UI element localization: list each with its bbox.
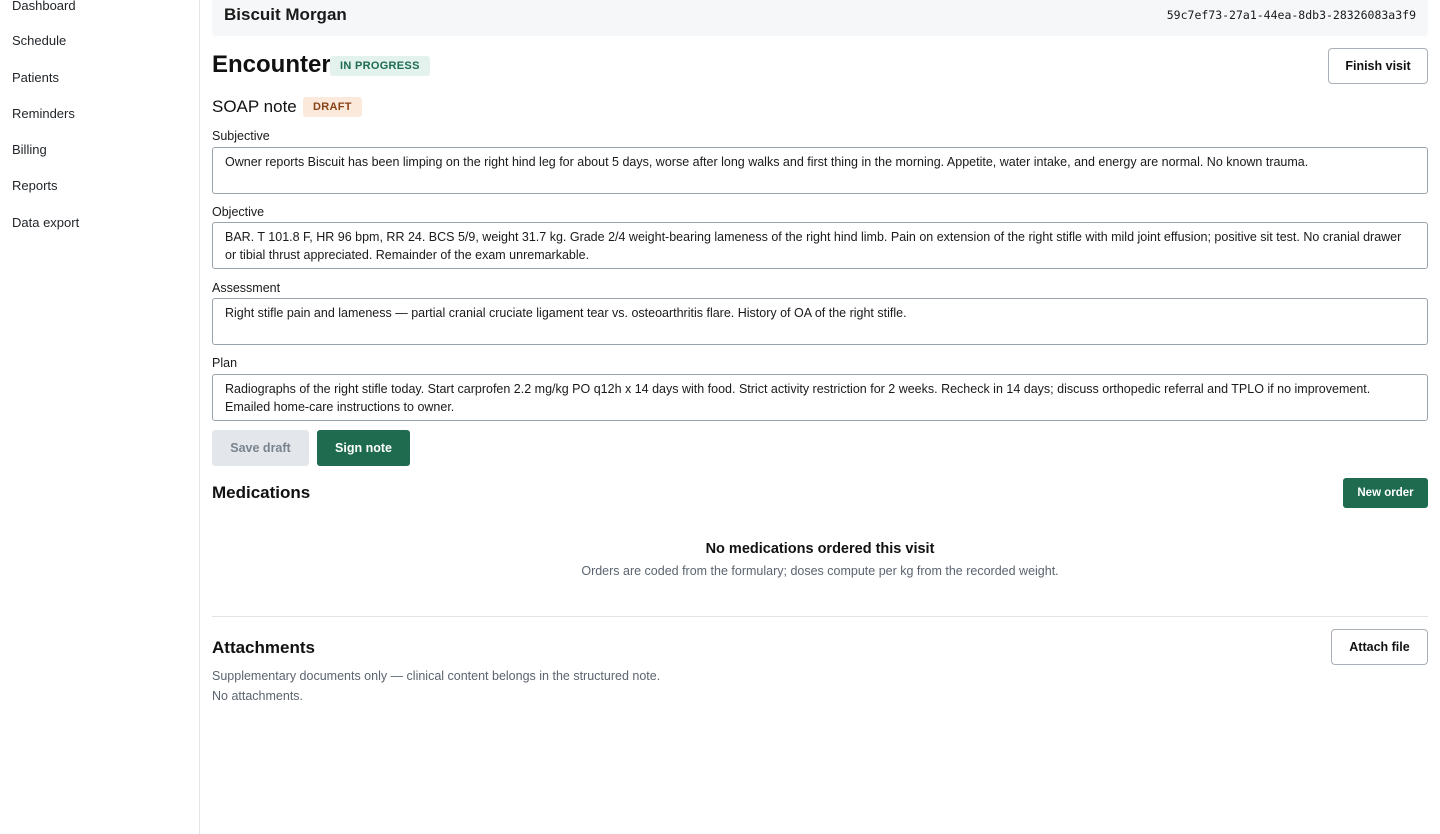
assessment-label: Assessment — [212, 281, 281, 295]
patient-id: 59c7ef73-27a1-44ea-8db3-28326083a3f9 — [1166, 8, 1416, 22]
medications-empty-subtitle: Orders are coded from the formulary; dos… — [581, 564, 1059, 578]
section-divider — [212, 616, 1428, 617]
subjective-label: Subjective — [212, 129, 270, 143]
patient-header: Biscuit Morgan 59c7ef73-27a1-44ea-8db3-2… — [212, 0, 1428, 36]
plan-label: Plan — [212, 356, 238, 370]
medications-empty-title: No medications ordered this visit — [705, 541, 935, 557]
soap-note-title: SOAP note — [212, 97, 297, 116]
sidebar-item-data-export[interactable]: Data export — [12, 215, 79, 231]
finish-visit-button[interactable]: Finish visit — [1328, 48, 1428, 84]
attachments-empty: No attachments. — [212, 689, 304, 703]
medications-title: Medications — [212, 483, 311, 502]
sidebar-item-schedule[interactable]: Schedule — [12, 33, 66, 49]
attach-file-button[interactable]: Attach file — [1331, 629, 1428, 665]
sidebar-item-reports[interactable]: Reports — [12, 178, 58, 194]
assessment-field[interactable]: Right stifle pain and lameness — partial… — [212, 298, 1428, 345]
main-content: Biscuit Morgan 59c7ef73-27a1-44ea-8db3-2… — [200, 0, 1440, 834]
attachments-note: Supplementary documents only — clinical … — [212, 669, 661, 683]
save-draft-button[interactable]: Save draft — [212, 430, 309, 466]
soap-status-badge: DRAFT — [303, 97, 362, 117]
subjective-field[interactable]: Owner reports Biscuit has been limping o… — [212, 147, 1428, 194]
plan-field[interactable]: Radiographs of the right stifle today. S… — [212, 374, 1428, 421]
objective-label: Objective — [212, 205, 265, 219]
encounter-status-badge: IN PROGRESS — [330, 56, 430, 76]
sign-note-button[interactable]: Sign note — [317, 430, 410, 466]
objective-field[interactable]: BAR. T 101.8 F, HR 96 bpm, RR 24. BCS 5/… — [212, 222, 1428, 269]
attachments-title: Attachments — [212, 638, 315, 657]
new-order-button[interactable]: New order — [1343, 478, 1428, 508]
sidebar-item-dashboard[interactable]: Dashboard — [12, 0, 76, 14]
page-title: Encounter — [212, 51, 331, 78]
sidebar: Dashboard Schedule Patients Reminders Bi… — [0, 0, 200, 834]
patient-name: Biscuit Morgan — [224, 5, 347, 24]
sidebar-item-patients[interactable]: Patients — [12, 70, 59, 86]
sidebar-item-billing[interactable]: Billing — [12, 142, 47, 158]
sidebar-item-reminders[interactable]: Reminders — [12, 106, 75, 122]
